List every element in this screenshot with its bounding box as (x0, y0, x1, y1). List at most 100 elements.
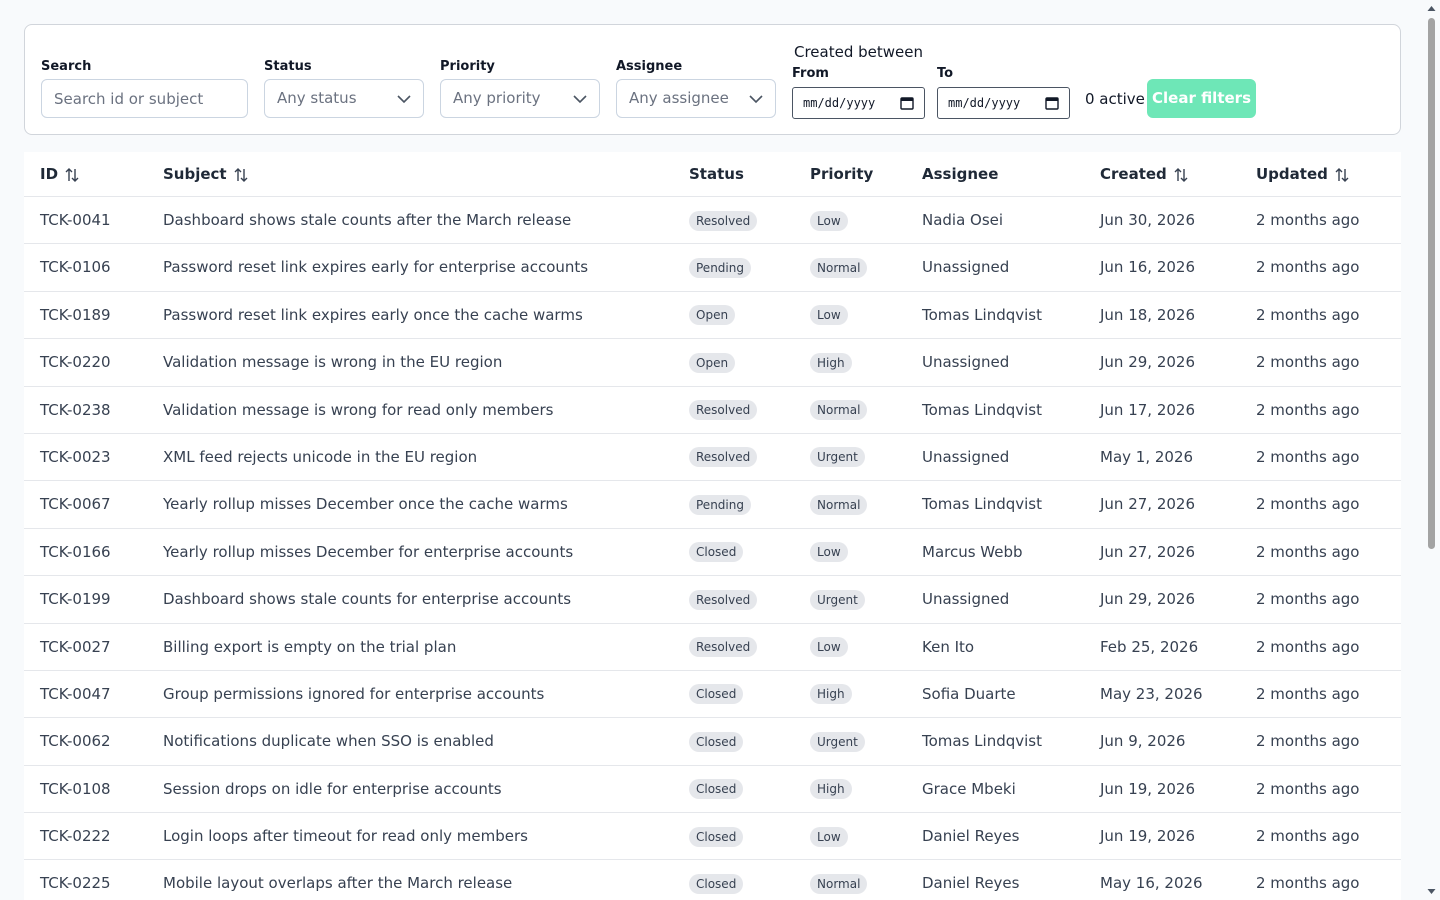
status-badge: Open (689, 352, 736, 373)
cell-subject[interactable]: Validation message is wrong in the EU re… (163, 339, 502, 386)
priority-badge: Low (810, 305, 848, 326)
cell-id: TCK-0108 (40, 779, 111, 798)
calendar-icon[interactable] (1045, 96, 1059, 110)
from-date-value: mm/dd/yyyy (803, 96, 876, 110)
cell-subject[interactable]: Dashboard shows stale counts after the M… (163, 197, 571, 244)
priority-label: Priority (440, 59, 495, 74)
cell-id: TCK-0106 (40, 258, 111, 277)
cell-created: Jun 19, 2026 (1100, 779, 1196, 798)
table-row[interactable]: TCK-0220 Validation message is wrong in … (24, 339, 1401, 387)
table-row[interactable]: TCK-0166 Yearly rollup misses December f… (24, 529, 1401, 577)
header-id-label: ID (40, 165, 59, 183)
cell-subject[interactable]: Password reset link expires early for en… (163, 244, 588, 291)
status-badge: Resolved (689, 637, 758, 658)
header-created[interactable]: Created (1100, 152, 1189, 197)
priority-badge: Normal (810, 494, 868, 515)
clear-filters-button[interactable]: Clear filters (1147, 79, 1256, 118)
cell-subject[interactable]: Dashboard shows stale counts for enterpr… (163, 576, 571, 623)
table-row[interactable]: TCK-0106 Password reset link expires ear… (24, 244, 1401, 292)
to-group: To (937, 65, 953, 83)
priority-badge: Urgent (810, 447, 865, 468)
table-row[interactable]: TCK-0225 Mobile layout overlaps after th… (24, 860, 1401, 900)
cell-id: TCK-0062 (40, 732, 111, 751)
cell-subject[interactable]: Yearly rollup misses December for enterp… (163, 529, 573, 576)
header-id[interactable]: ID (40, 152, 80, 197)
table-row[interactable]: TCK-0222 Login loops after timeout for r… (24, 813, 1401, 861)
cell-assignee: Tomas Lindqvist (922, 305, 1042, 324)
from-label: From (792, 66, 829, 81)
status-badge: Closed (689, 731, 744, 752)
status-select-value: Any status (277, 89, 357, 107)
table-row[interactable]: TCK-0108 Session drops on idle for enter… (24, 766, 1401, 814)
cell-updated: 2 months ago (1256, 305, 1360, 324)
assignee-select[interactable]: Any assignee (616, 79, 776, 118)
from-date-input[interactable]: mm/dd/yyyy (792, 87, 925, 119)
cell-assignee: Grace Mbeki (922, 779, 1016, 798)
cell-subject[interactable]: Yearly rollup misses December once the c… (163, 481, 568, 528)
table-row[interactable]: TCK-0047 Group permissions ignored for e… (24, 671, 1401, 719)
header-updated[interactable]: Updated (1256, 152, 1350, 197)
cell-created: May 16, 2026 (1100, 874, 1203, 893)
priority-badge: High (810, 684, 852, 705)
page-scrollbar[interactable] (1423, 0, 1440, 900)
scrollbar-thumb[interactable] (1428, 18, 1435, 549)
to-date-input[interactable]: mm/dd/yyyy (937, 87, 1070, 119)
cell-subject[interactable]: XML feed rejects unicode in the EU regio… (163, 434, 477, 481)
table-row[interactable]: TCK-0023 XML feed rejects unicode in the… (24, 434, 1401, 482)
header-subject[interactable]: Subject (163, 152, 249, 197)
table-row[interactable]: TCK-0041 Dashboard shows stale counts af… (24, 197, 1401, 245)
cell-subject[interactable]: Billing export is empty on the trial pla… (163, 624, 456, 671)
cell-updated: 2 months ago (1256, 874, 1360, 893)
scroll-up-arrow-icon[interactable] (1427, 4, 1436, 13)
created-between-label: Created between (794, 43, 923, 61)
cell-created: Jun 29, 2026 (1100, 353, 1196, 372)
cell-updated: 2 months ago (1256, 542, 1360, 561)
status-label: Status (264, 59, 312, 74)
cell-subject[interactable]: Login loops after timeout for read only … (163, 813, 528, 860)
priority-select[interactable]: Any priority (440, 79, 600, 118)
priority-badge: Normal (810, 257, 868, 278)
assignee-select-value: Any assignee (629, 89, 729, 107)
priority-badge: Low (810, 826, 848, 847)
to-date-value: mm/dd/yyyy (948, 96, 1021, 110)
search-input[interactable] (41, 79, 248, 118)
cell-updated: 2 months ago (1256, 353, 1360, 372)
cell-assignee: Unassigned (922, 258, 1010, 277)
calendar-icon[interactable] (900, 96, 914, 110)
cell-subject[interactable]: Group permissions ignored for enterprise… (163, 671, 544, 718)
table-row[interactable]: TCK-0062 Notifications duplicate when SS… (24, 718, 1401, 766)
scroll-down-arrow-icon[interactable] (1427, 887, 1436, 896)
sort-arrows-icon (65, 167, 79, 182)
cell-assignee: Nadia Osei (922, 211, 1004, 229)
status-select[interactable]: Any status (264, 79, 424, 118)
cell-subject[interactable]: Notifications duplicate when SSO is enab… (163, 718, 494, 765)
cell-id: TCK-0189 (40, 305, 111, 324)
cell-subject[interactable]: Validation message is wrong for read onl… (163, 387, 553, 434)
cell-subject[interactable]: Mobile layout overlaps after the March r… (163, 860, 512, 900)
cell-created: Jun 9, 2026 (1100, 732, 1186, 751)
cell-created: Jun 27, 2026 (1100, 495, 1196, 514)
cell-updated: 2 months ago (1256, 732, 1360, 751)
status-badge: Closed (689, 684, 744, 705)
status-badge: Closed (689, 779, 744, 800)
table-body: TCK-0041 Dashboard shows stale counts af… (24, 197, 1401, 900)
cell-subject[interactable]: Password reset link expires early once t… (163, 292, 583, 339)
table-row[interactable]: TCK-0027 Billing export is empty on the … (24, 624, 1401, 671)
assignee-group: Assignee (616, 58, 682, 76)
priority-badge: High (810, 779, 852, 800)
cell-assignee: Unassigned (922, 590, 1010, 609)
table-row[interactable]: TCK-0199 Dashboard shows stale counts fo… (24, 576, 1401, 624)
cell-created: May 23, 2026 (1100, 684, 1203, 703)
cell-updated: 2 months ago (1256, 827, 1360, 846)
cell-subject[interactable]: Session drops on idle for enterprise acc… (163, 766, 502, 813)
priority-group: Priority (440, 58, 495, 76)
cell-updated: 2 months ago (1256, 447, 1360, 466)
table-row[interactable]: TCK-0238 Validation message is wrong for… (24, 387, 1401, 434)
priority-badge: Normal (810, 400, 868, 421)
header-created-label: Created (1100, 165, 1167, 183)
table-row[interactable]: TCK-0189 Password reset link expires ear… (24, 292, 1401, 340)
cell-id: TCK-0166 (40, 542, 111, 561)
status-badge: Resolved (689, 589, 758, 610)
cell-updated: 2 months ago (1256, 211, 1360, 229)
table-row[interactable]: TCK-0067 Yearly rollup misses December o… (24, 481, 1401, 529)
